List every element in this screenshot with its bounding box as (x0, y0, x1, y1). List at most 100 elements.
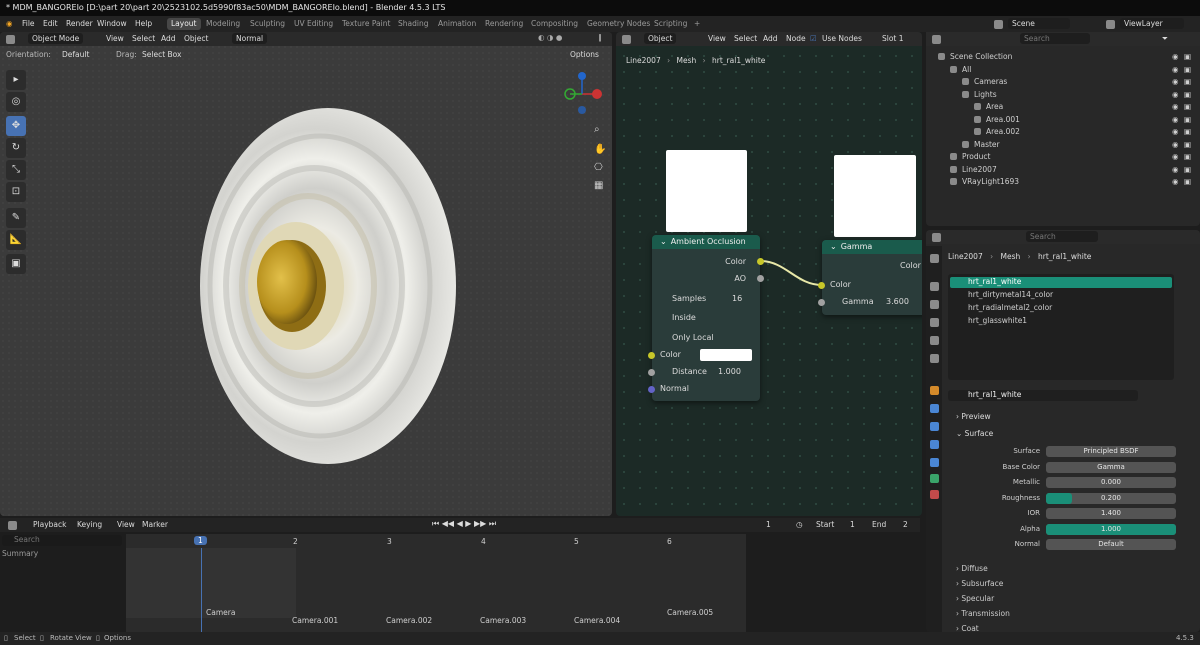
material-name-field[interactable]: hrt_ral1_white (948, 390, 1138, 401)
tab-geometry-nodes[interactable]: Geometry Nodes (583, 18, 654, 30)
render-camera-icon[interactable]: ▣ (1184, 152, 1191, 161)
inside-checkbox[interactable]: Inside (672, 313, 696, 322)
orientation-dropdown[interactable]: Default (62, 50, 89, 59)
playback-controls-icon[interactable]: ⏮ ◀◀ ◀ ▶ ▶▶ ⏭ (432, 519, 496, 529)
visibility-eye-icon[interactable]: ◉ (1172, 152, 1179, 161)
render-camera-icon[interactable]: ▣ (1184, 102, 1191, 111)
tab-animation[interactable]: Animation (434, 18, 480, 30)
ambient-occlusion-node[interactable]: ⌄ Ambient Occlusion Color AO Samples 16 I… (648, 235, 764, 401)
property-field[interactable]: Principled BSDF (1046, 446, 1176, 457)
add-cube-tool-icon[interactable]: ▣ (6, 254, 26, 274)
select-tool-icon[interactable]: ▸ (6, 70, 26, 90)
property-field[interactable]: Gamma (1046, 461, 1176, 473)
material-slot-selected[interactable]: hrt_ral1_white (950, 277, 1172, 288)
tab-scripting[interactable]: Scripting (650, 18, 691, 30)
material-slot[interactable]: hrt_glasswhite1 (968, 316, 1027, 325)
viewport-shading-icon[interactable]: ◐ ◑ ● (538, 33, 562, 42)
transform-tool-icon[interactable]: ⊡ (6, 182, 26, 202)
camera-view-icon[interactable]: ⎔ (594, 162, 603, 173)
breadcrumb-mesh[interactable]: Mesh (1001, 252, 1021, 261)
outliner-row[interactable]: Area.002 ◉ ▣ (926, 126, 1200, 138)
visibility-eye-icon[interactable]: ◉ (1172, 102, 1179, 111)
annotate-tool-icon[interactable]: ✎ (6, 208, 26, 228)
tab-compositing[interactable]: Compositing (527, 18, 582, 30)
render-camera-icon[interactable]: ▣ (1184, 115, 1191, 124)
zoom-icon[interactable]: ⌕ (594, 124, 600, 135)
properties-search-input[interactable]: Search (1026, 231, 1098, 242)
subpanel-header[interactable]: › Coat (956, 624, 979, 632)
navigation-gizmo[interactable] (560, 70, 610, 120)
normal-input-socket[interactable] (648, 386, 655, 393)
samples-value[interactable]: 16 (732, 294, 742, 303)
constraints-tab-icon[interactable] (930, 458, 939, 467)
drag-dropdown[interactable]: Select Box (142, 50, 181, 59)
scene-tab-icon[interactable] (930, 336, 939, 345)
tab-layout[interactable]: Layout (167, 18, 201, 30)
timeline-search-input[interactable]: Search (2, 535, 122, 546)
visibility-eye-icon[interactable]: ◉ (1172, 52, 1179, 61)
modifier-tab-icon[interactable] (930, 404, 939, 413)
subpanel-header[interactable]: › Specular (956, 594, 994, 603)
menu-render[interactable]: Render (66, 19, 93, 28)
object-tab-icon[interactable] (930, 386, 939, 395)
visibility-eye-icon[interactable]: ◉ (1172, 140, 1179, 149)
gamma-node[interactable]: ⌄ Gamma Color Color Gamma 3.600 (818, 240, 922, 315)
current-frame-field[interactable]: 1 (766, 520, 771, 529)
visibility-eye-icon[interactable]: ◉ (1172, 90, 1179, 99)
measure-tool-icon[interactable]: 📐 (6, 230, 26, 250)
view-layer-tab-icon[interactable] (930, 318, 939, 327)
camera-marker[interactable]: Camera.005 (667, 608, 713, 617)
lamp-model[interactable] (200, 106, 466, 466)
particles-tab-icon[interactable] (930, 422, 939, 431)
timeline-menu-playback[interactable]: Playback (33, 520, 66, 529)
tab-texture-paint[interactable]: Texture Paint (338, 18, 394, 30)
tab-modeling[interactable]: Modeling (202, 18, 244, 30)
mode-selector[interactable]: Object Mode (28, 33, 84, 44)
gamma-value[interactable]: 3.600 (886, 297, 909, 306)
tab-uv-editing[interactable]: UV Editing (290, 18, 337, 30)
visibility-eye-icon[interactable]: ◉ (1172, 177, 1179, 186)
material-slot-list[interactable]: hrt_ral1_white hrt_dirtymetal14_color hr… (948, 274, 1174, 380)
3d-viewport[interactable]: Object Mode View Select Add Object Norma… (0, 32, 612, 516)
viewport-menu-object[interactable]: Object (184, 34, 208, 43)
summary-channel[interactable]: Summary (2, 549, 38, 558)
camera-marker[interactable]: Camera.003 (480, 616, 526, 625)
ao-ao-output-socket[interactable] (757, 275, 764, 282)
gamma-color-input-socket[interactable] (818, 282, 825, 289)
visibility-eye-icon[interactable]: ◉ (1172, 115, 1179, 124)
data-tab-icon[interactable] (930, 474, 939, 483)
outliner-row[interactable]: Area ◉ ▣ (926, 101, 1200, 113)
move-tool-icon[interactable]: ✥ (6, 116, 26, 136)
pan-hand-icon[interactable]: ✋ (594, 144, 606, 155)
filter-icon[interactable]: ⏷ (1162, 34, 1168, 44)
ao-node-header[interactable]: ⌄ Ambient Occlusion (652, 235, 760, 249)
tab-sculpting[interactable]: Sculpting (246, 18, 289, 30)
property-field[interactable]: Default (1046, 539, 1176, 550)
breadcrumb-object[interactable]: Line2007 (948, 252, 983, 261)
outliner-row[interactable]: All ◉ ▣ (926, 64, 1200, 76)
property-field[interactable]: 0.000 (1046, 477, 1176, 488)
cursor-tool-icon[interactable]: ◎ (6, 92, 26, 112)
material-slot[interactable]: hrt_radialmetal2_color (968, 303, 1052, 312)
render-camera-icon[interactable]: ▣ (1184, 77, 1191, 86)
timeline-menu-marker[interactable]: Marker (142, 520, 168, 529)
surface-panel[interactable]: ⌄ Surface (956, 429, 993, 438)
shader-node-editor[interactable]: Object View Select Add Node ☑ Use Nodes … (616, 32, 922, 516)
camera-marker[interactable]: Camera.002 (386, 616, 432, 625)
material-slot[interactable]: hrt_dirtymetal14_color (968, 290, 1053, 299)
output-tab-icon[interactable] (930, 300, 939, 309)
property-field[interactable]: 0.200 (1046, 492, 1176, 504)
tab-rendering[interactable]: Rendering (481, 18, 527, 30)
camera-marker[interactable]: Camera.004 (574, 616, 620, 625)
world-tab-icon[interactable] (930, 354, 939, 363)
outliner-row[interactable]: Area.001 ◉ ▣ (926, 114, 1200, 126)
material-tab-icon[interactable] (930, 490, 939, 499)
ao-color-input-socket[interactable] (648, 352, 655, 359)
properties-editor[interactable]: Search Line2007 › Mesh › hrt_ral1_white … (926, 230, 1200, 632)
property-field[interactable]: 1.400 (1046, 508, 1176, 519)
render-camera-icon[interactable]: ▣ (1184, 140, 1191, 149)
outliner-editor-icon[interactable] (932, 35, 941, 44)
render-camera-icon[interactable]: ▣ (1184, 65, 1191, 74)
timeline-menu-keying[interactable]: Keying (77, 520, 102, 529)
physics-tab-icon[interactable] (930, 440, 939, 449)
